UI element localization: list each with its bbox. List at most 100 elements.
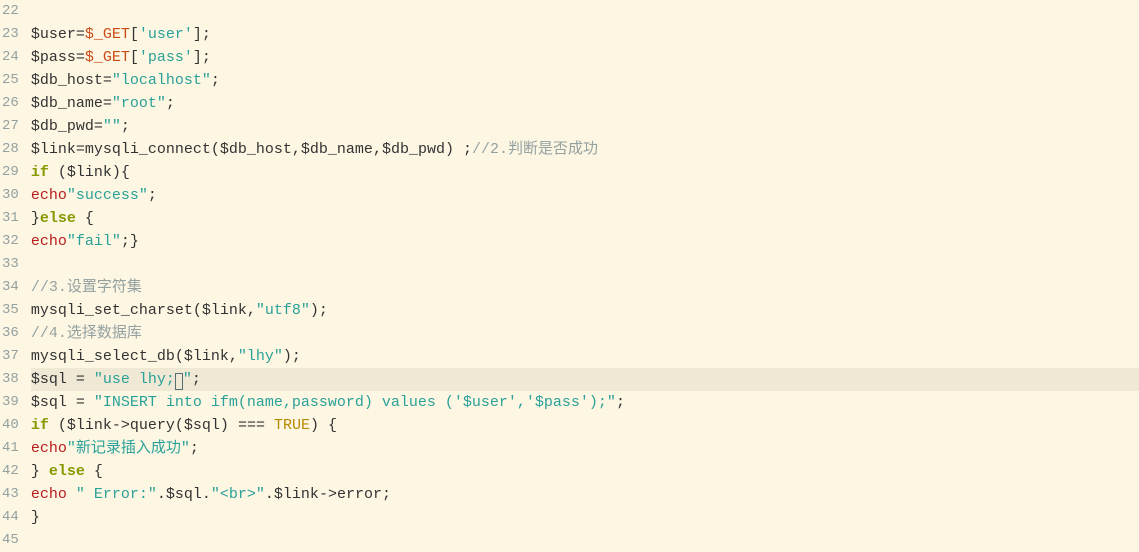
code-token: ( <box>193 302 202 319</box>
line-number: 43 <box>2 483 19 506</box>
line-number: 41 <box>2 437 19 460</box>
code-editor[interactable]: 2223242526272829303132333435363738394041… <box>0 0 1139 552</box>
code-token: $link <box>31 141 76 158</box>
code-token: = <box>76 49 85 66</box>
code-token: else <box>40 210 85 227</box>
code-token: 'pass' <box>139 49 193 66</box>
code-token: , <box>247 302 256 319</box>
code-token: ; <box>382 486 391 503</box>
code-token: mysqli_connect <box>85 141 211 158</box>
code-token: { <box>328 417 337 434</box>
code-token: "" <box>103 118 121 135</box>
code-line[interactable]: echo " Error:".$sql."<br>".$link->error; <box>31 483 1139 506</box>
code-token: $sql <box>31 371 76 388</box>
code-token: $db_pwd <box>31 118 94 135</box>
code-token: ] <box>193 26 202 43</box>
code-token: //2.判断是否成功 <box>472 141 598 158</box>
code-token: ; <box>166 95 175 112</box>
code-token: = <box>76 141 85 158</box>
line-number: 33 <box>2 253 19 276</box>
code-line[interactable]: mysqli_set_charset($link,"utf8"); <box>31 299 1139 322</box>
code-token: ; <box>616 394 625 411</box>
code-token: $db_host <box>220 141 292 158</box>
line-number: 32 <box>2 230 19 253</box>
code-token: error <box>337 486 382 503</box>
line-number: 27 <box>2 115 19 138</box>
code-line[interactable]: $pass=$_GET['pass']; <box>31 46 1139 69</box>
text-cursor <box>175 373 183 390</box>
code-token: ( <box>58 417 67 434</box>
code-line[interactable]: $sql = "use lhy;"; <box>31 368 1139 391</box>
code-token: , <box>292 141 301 158</box>
line-number: 35 <box>2 299 19 322</box>
code-line[interactable]: $db_pwd=""; <box>31 115 1139 138</box>
code-line[interactable]: //4.选择数据库 <box>31 322 1139 345</box>
code-token: } <box>130 233 139 250</box>
code-token: $_GET <box>85 26 130 43</box>
code-token: [ <box>130 26 139 43</box>
line-number: 23 <box>2 23 19 46</box>
line-number: 31 <box>2 207 19 230</box>
code-token: === <box>238 417 274 434</box>
code-token: } <box>31 509 40 526</box>
code-token: ; <box>202 26 211 43</box>
code-token: ; <box>202 49 211 66</box>
code-token: "lhy" <box>238 348 283 365</box>
code-token: $link <box>274 486 319 503</box>
code-token: $db_name <box>301 141 373 158</box>
line-number: 30 <box>2 184 19 207</box>
code-token: $user <box>31 26 76 43</box>
code-token: { <box>121 164 130 181</box>
code-token: = <box>76 394 94 411</box>
line-number: 28 <box>2 138 19 161</box>
line-number: 45 <box>2 529 19 552</box>
code-token: ( <box>175 348 184 365</box>
code-token: $db_host <box>31 72 103 89</box>
code-line[interactable] <box>31 529 1139 552</box>
code-token: , <box>229 348 238 365</box>
code-area[interactable]: $user=$_GET['user'];$pass=$_GET['pass'];… <box>25 0 1139 552</box>
code-line[interactable]: $db_name="root"; <box>31 92 1139 115</box>
code-token: ; <box>121 233 130 250</box>
code-token: else <box>49 463 94 480</box>
code-token: $sql <box>166 486 202 503</box>
code-line[interactable]: } else { <box>31 460 1139 483</box>
code-token: = <box>103 95 112 112</box>
line-number: 24 <box>2 46 19 69</box>
code-line[interactable]: } <box>31 506 1139 529</box>
code-token: $db_name <box>31 95 103 112</box>
code-line[interactable] <box>31 0 1139 23</box>
code-token: " <box>183 371 192 388</box>
code-line[interactable]: echo"fail";} <box>31 230 1139 253</box>
code-token: mysqli_set_charset <box>31 302 193 319</box>
code-token: { <box>85 210 94 227</box>
code-token: query <box>130 417 175 434</box>
code-line[interactable]: $sql = "INSERT into ifm(name,password) v… <box>31 391 1139 414</box>
code-token: { <box>94 463 103 480</box>
line-number: 39 <box>2 391 19 414</box>
line-number: 38 <box>2 368 19 391</box>
code-token: $link <box>67 417 112 434</box>
code-line[interactable]: echo"success"; <box>31 184 1139 207</box>
code-token: "root" <box>112 95 166 112</box>
code-token: } <box>31 210 40 227</box>
code-line[interactable]: echo"新记录插入成功"; <box>31 437 1139 460</box>
code-token: ) <box>310 417 328 434</box>
code-token: ; <box>192 371 201 388</box>
line-number: 29 <box>2 161 19 184</box>
code-token: ; <box>190 440 199 457</box>
code-line[interactable]: $link=mysqli_connect($db_host,$db_name,$… <box>31 138 1139 161</box>
code-line[interactable]: }else { <box>31 207 1139 230</box>
code-token: ( <box>175 417 184 434</box>
code-line[interactable]: mysqli_select_db($link,"lhy"); <box>31 345 1139 368</box>
code-token: TRUE <box>274 417 310 434</box>
code-line[interactable]: $db_host="localhost"; <box>31 69 1139 92</box>
code-token: ; <box>319 302 328 319</box>
code-line[interactable]: if ($link->query($sql) === TRUE) { <box>31 414 1139 437</box>
code-line[interactable] <box>31 253 1139 276</box>
code-line[interactable]: //3.设置字符集 <box>31 276 1139 299</box>
code-line[interactable]: $user=$_GET['user']; <box>31 23 1139 46</box>
code-line[interactable]: if ($link){ <box>31 161 1139 184</box>
code-token: -> <box>112 417 130 434</box>
code-token: ) <box>112 164 121 181</box>
